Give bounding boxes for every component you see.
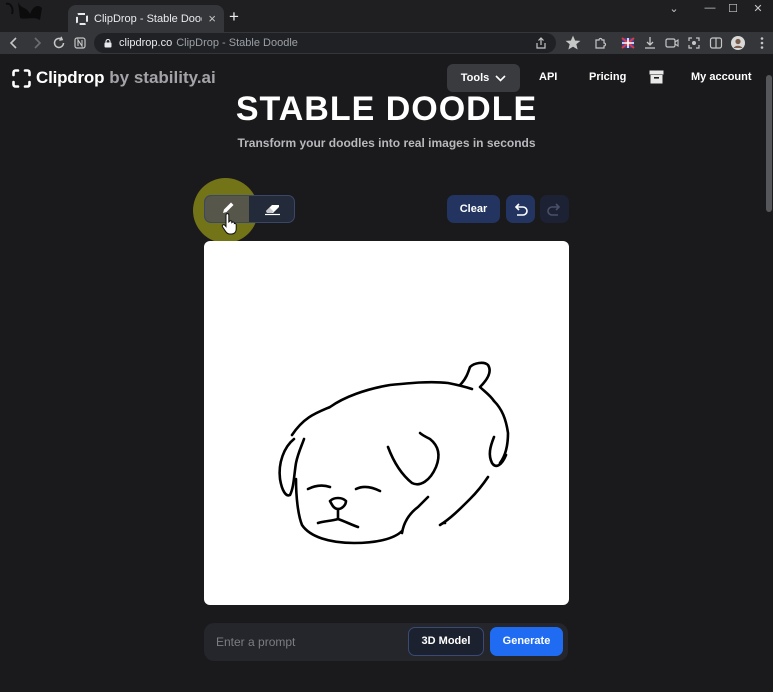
generate-button[interactable]: Generate [490, 627, 563, 656]
lens-capture-icon[interactable] [686, 35, 702, 51]
page-viewport: Clipdrop by stability.ai Tools API Prici… [0, 54, 773, 692]
url-domain: clipdrop.co [119, 37, 173, 49]
redo-button[interactable] [540, 195, 569, 223]
maximize-icon[interactable]: ☐ [722, 2, 744, 18]
drawing-canvas[interactable] [204, 241, 569, 605]
eraser-icon [265, 205, 280, 216]
tab-strip-artwork [5, 2, 42, 20]
api-link[interactable]: API [539, 71, 557, 83]
side-panel-icon[interactable] [708, 35, 724, 51]
url-page-title: ClipDrop - Stable Doodle [176, 37, 298, 49]
browser-toolbar: clipdrop.co ClipDrop - Stable Doodle [0, 32, 773, 54]
tab-search-icon[interactable]: ⌄ [663, 2, 685, 18]
redo-icon [547, 203, 561, 216]
screen-record-icon[interactable] [664, 35, 680, 51]
browser-tab-active[interactable]: ClipDrop - Stable Doodle × [68, 5, 224, 32]
new-tab-icon[interactable]: + [227, 7, 241, 27]
eraser-tool-button[interactable] [252, 196, 294, 222]
clipdrop-logo-icon [12, 68, 31, 88]
style-3d-model-button[interactable]: 3D Model [408, 627, 484, 656]
clipdrop-logo[interactable]: Clipdrop by stability.ai [12, 68, 216, 88]
profile-avatar-icon[interactable] [730, 35, 746, 51]
clipdrop-favicon-icon [76, 12, 88, 25]
clear-button[interactable]: Clear [447, 195, 500, 223]
pricing-link[interactable]: Pricing [589, 71, 626, 83]
flag-extension-icon[interactable] [620, 35, 636, 51]
hand-pointer-icon [221, 213, 237, 235]
back-icon[interactable] [6, 35, 22, 51]
tools-menu-button[interactable]: Tools [447, 64, 520, 92]
tab-title: ClipDrop - Stable Doodle [94, 12, 202, 25]
tools-label: Tools [460, 72, 490, 84]
brand-suffix: by stability.ai [109, 68, 216, 87]
forward-icon[interactable] [29, 35, 45, 51]
share-icon[interactable] [534, 36, 548, 50]
prompt-input[interactable] [216, 634, 396, 650]
browser-tab-bar: ClipDrop - Stable Doodle × + ⌄ — ☐ ✕ [0, 0, 773, 32]
my-account-link[interactable]: My account [691, 71, 752, 83]
chevron-down-icon [495, 74, 506, 82]
notion-extension-icon[interactable] [72, 35, 88, 51]
tab-close-icon[interactable]: × [208, 11, 216, 26]
browser-menu-icon[interactable] [754, 35, 770, 51]
page-subtitle: Transform your doodles into real images … [237, 136, 536, 150]
bookmark-star-icon[interactable] [565, 35, 581, 51]
reload-icon[interactable] [51, 35, 67, 51]
undo-button[interactable] [506, 195, 535, 223]
address-bar[interactable]: clipdrop.co ClipDrop - Stable Doodle [94, 33, 556, 53]
download-icon[interactable] [642, 35, 658, 51]
extensions-puzzle-icon[interactable] [592, 35, 608, 51]
page-title: STABLE DOODLE [235, 90, 538, 128]
dog-doodle-drawing [278, 361, 510, 545]
brand-name: Clipdrop [36, 68, 105, 87]
undo-icon [514, 203, 528, 216]
archive-box-icon[interactable] [649, 70, 664, 84]
close-window-icon[interactable]: ✕ [747, 2, 769, 18]
minimize-icon[interactable]: — [699, 2, 721, 18]
lock-icon [104, 38, 112, 47]
